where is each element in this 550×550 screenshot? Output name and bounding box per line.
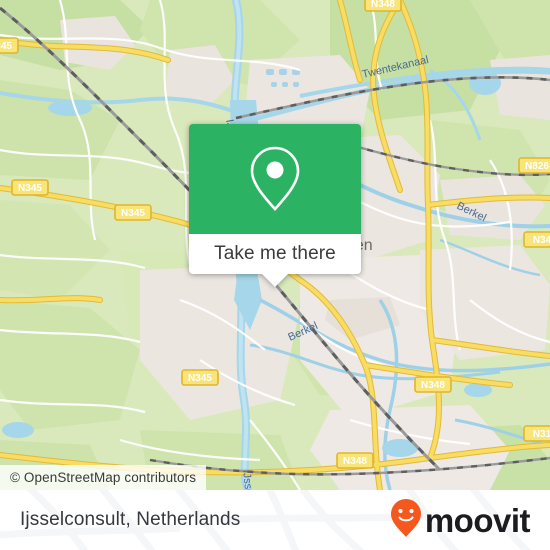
road-shield[interactable]: N348 (414, 376, 452, 393)
moovit-logo[interactable]: moovit (389, 498, 531, 543)
road-shield-label: N345 (0, 41, 12, 52)
location-callout-card[interactable]: Take me there (189, 124, 361, 287)
road-shield-label: N345 (121, 208, 145, 219)
road-shield-label: N348 (371, 0, 395, 10)
road-shield[interactable]: N826 (518, 157, 550, 174)
road-shield-label: N31 (533, 429, 550, 440)
callout-tail (262, 274, 288, 287)
water-label: IJssel (240, 469, 255, 490)
osm-attribution[interactable]: © OpenStreetMap contributors (0, 465, 207, 490)
osm-attribution-text: © OpenStreetMap contributors (10, 470, 197, 485)
moovit-wordmark: moovit (424, 501, 531, 539)
road-shield[interactable]: N34 (523, 231, 550, 248)
road-shield-label: N345 (18, 183, 42, 194)
take-me-there-label: Take me there (214, 243, 336, 264)
bottom-info-bar: Ijsselconsult, Netherlands moovit (0, 490, 550, 550)
road-shield[interactable]: N31 (523, 425, 550, 442)
road-shield-label: N34 (533, 235, 550, 246)
road-shield[interactable]: N345 (0, 37, 19, 54)
road-shield-label: N826 (525, 161, 549, 172)
road-shield[interactable]: N345 (181, 369, 219, 386)
map-pin-icon (246, 144, 304, 214)
road-shield[interactable]: N348 (336, 452, 374, 469)
page-title: Ijsselconsult, Netherlands (20, 509, 241, 530)
road-shield[interactable]: N345 (114, 204, 152, 221)
take-me-there-button[interactable]: Take me there (189, 234, 361, 274)
road-shield-label: N348 (421, 380, 445, 391)
road-shield-label: N348 (343, 456, 367, 467)
moovit-smiley-pin-icon (389, 498, 423, 543)
road-shield[interactable]: N348 (364, 0, 402, 12)
road-shield-label: N345 (188, 373, 212, 384)
road-shield[interactable]: N345 (11, 179, 49, 196)
map-screenshot: Twentekanaal Berkel Berkel IJssel IJssel… (0, 0, 550, 550)
callout-header (189, 124, 361, 234)
